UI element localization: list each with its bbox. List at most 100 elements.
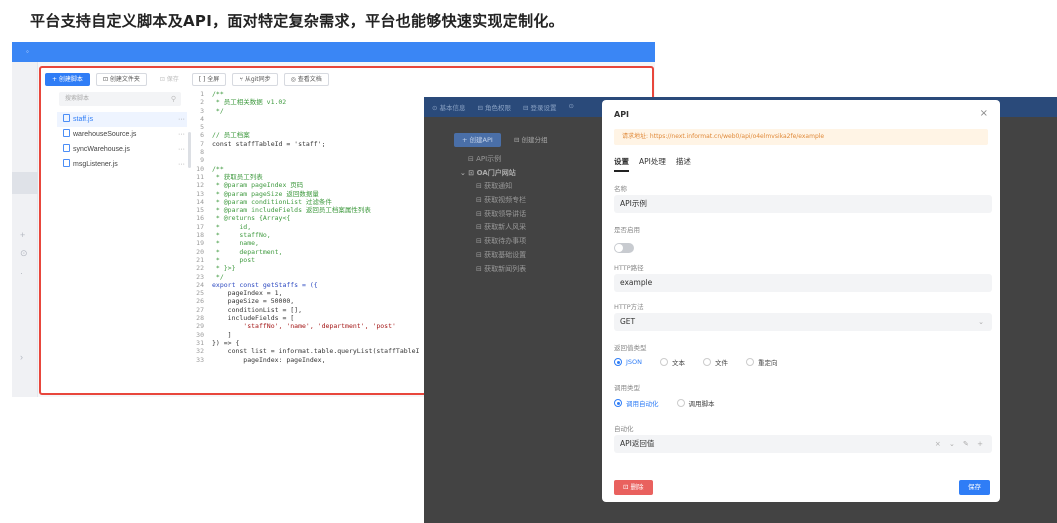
radio-dot [676, 399, 685, 407]
http-method-select[interactable]: GET ⌄ [614, 313, 992, 331]
file-panel-scrollbar[interactable] [188, 132, 191, 168]
http-path-input[interactable]: example [614, 274, 992, 292]
radio-option[interactable]: 调用脚本 [676, 398, 715, 408]
create-api-button[interactable]: + 创建API [454, 133, 501, 147]
api-tree-node[interactable]: ⊟ API示例 [460, 153, 526, 167]
line-number: 21 [196, 255, 204, 264]
modal-tabs: 设置 API处理 描述 [614, 156, 691, 172]
api-tree-node[interactable]: ⊟ 获取领导讲话 [460, 208, 526, 222]
code-text: includeFields = [ [212, 314, 295, 323]
api-tree-node[interactable]: ⊟ 获取新人风采 [460, 221, 526, 235]
file-item[interactable]: msgListener.js ··· [57, 157, 187, 172]
api-tree-node[interactable]: ⊟ 获取通知 [460, 180, 526, 194]
delete-button[interactable]: ⊡ 删除 [614, 480, 653, 495]
search-placeholder: 搜索脚本 [65, 95, 90, 102]
automation-label: 自动化 [614, 425, 634, 433]
api-bg-tab[interactable]: ⊙ [569, 102, 574, 112]
file-icon [63, 159, 70, 167]
line-number: 25 [196, 289, 204, 298]
search-icon: ⚲ [170, 95, 176, 103]
rail-plus-icon[interactable]: + [20, 230, 25, 240]
rail-collapse-icon[interactable]: › [20, 352, 23, 362]
api-modal: API × 请求地址: https://next.informat.cn/web… [602, 100, 1000, 502]
line-number: 16 [196, 214, 204, 223]
script-search-input[interactable]: 搜索脚本 ⚲ [59, 92, 181, 106]
code-text: * }>} [212, 264, 236, 273]
create-group-button[interactable]: ⊟ 创建分组 [506, 133, 556, 147]
line-number: 29 [196, 322, 204, 331]
code-text: * @param pageSize 返回数据量 [212, 189, 319, 198]
more-icon[interactable]: ··· [178, 157, 185, 172]
automation-actions[interactable]: × ⌄ ✎ + [935, 435, 986, 453]
code-text: * name, [212, 239, 259, 248]
line-number: 10 [196, 164, 204, 173]
automation-select[interactable]: API返回值 × ⌄ ✎ + [614, 435, 992, 453]
modal-tab[interactable]: API处理 [639, 156, 666, 172]
enabled-label: 是否启用 [614, 226, 640, 234]
modal-tab[interactable]: 描述 [676, 156, 691, 172]
code-text: // 员工档案 [212, 131, 250, 140]
code-text: * @param conditionList 过滤条件 [212, 197, 332, 206]
request-url-banner: 请求地址: https://next.informat.cn/web0/api/… [614, 129, 988, 145]
radio-dot [660, 358, 669, 366]
new-script-button[interactable]: + 创建脚本 [45, 72, 90, 86]
line-number: 18 [196, 231, 204, 240]
modal-tab[interactable]: 设置 [614, 156, 629, 172]
code-text: * 获取员工列表 [212, 172, 263, 181]
radio-option[interactable]: JSON [614, 357, 642, 367]
api-tree-node[interactable]: ⊟ 获取基础设置 [460, 249, 526, 263]
api-tree-node[interactable]: ⊟ 获取待办事项 [460, 235, 526, 249]
line-number: 4 [200, 114, 204, 123]
api-bg-tab[interactable]: ⊟ 角色权限 [478, 102, 512, 112]
file-icon [63, 144, 70, 152]
file-list: staff.js ··· warehouseSource.js ··· syncWare… [57, 112, 187, 172]
api-bg-tab[interactable]: ⊟ 登录设置 [523, 102, 557, 112]
line-number: 20 [196, 247, 204, 256]
save-api-button[interactable]: 保存 [959, 480, 990, 495]
line-number: 33 [196, 355, 204, 364]
more-icon[interactable]: ··· [178, 112, 185, 127]
more-icon[interactable]: ··· [178, 142, 185, 157]
code-text: * 员工相关数据 v1.02 [212, 98, 287, 107]
file-item[interactable]: staff.js ··· [57, 112, 187, 127]
line-number: 6 [200, 131, 204, 140]
file-item[interactable]: warehouseSource.js ··· [57, 127, 187, 142]
line-number: 8 [200, 148, 204, 157]
api-tree-node[interactable]: ⌄ ⊡ OA门户网站 [460, 167, 526, 181]
code-text: 'staffNo', 'name', 'department', 'post' [212, 322, 396, 331]
code-text: * department, [212, 247, 283, 256]
code-text: pageSize = 50000, [212, 297, 295, 306]
new-folder-button[interactable]: ⊡ 创建文件夹 [95, 72, 147, 86]
code-text: * staffNo, [212, 231, 271, 240]
modal-title: API [614, 110, 630, 119]
name-input[interactable]: API示例 [614, 195, 992, 213]
file-item[interactable]: syncWarehouse.js ··· [57, 142, 187, 157]
file-icon [63, 114, 70, 122]
rail-settings-icon[interactable]: ⊙ [20, 248, 28, 259]
radio-option[interactable]: 文本 [660, 357, 685, 367]
code-text: conditionList = [], [212, 305, 303, 314]
close-icon[interactable]: × [980, 108, 988, 119]
api-bg-tabs: ⊙ 基本信息 ⊟ 角色权限 ⊟ 登录设置 ⊙ [432, 102, 574, 112]
api-tree-node[interactable]: ⊟ 获取视频专栏 [460, 194, 526, 208]
api-bg-tab[interactable]: ⊙ 基本信息 [432, 102, 466, 112]
enabled-toggle[interactable] [614, 243, 634, 253]
line-number: 7 [200, 139, 204, 148]
save-button[interactable]: ⊡ 保存 [152, 72, 186, 86]
radio-option[interactable]: 文件 [703, 357, 728, 367]
api-tree-node[interactable]: ⊟ 获取新闻列表 [460, 263, 526, 277]
radio-option[interactable]: 调用自动化 [614, 398, 659, 408]
topbar-icon: ◦ [26, 47, 29, 56]
line-number: 3 [200, 106, 204, 115]
git-sync-button[interactable]: ⑂ 从git同步 [232, 72, 278, 86]
line-number: 13 [196, 189, 204, 198]
radio-dot [746, 358, 755, 366]
file-panel: 搜索脚本 ⚲ staff.js ··· warehouseSource.js ··· s… [57, 90, 187, 390]
line-number: 2 [200, 98, 204, 107]
radio-option[interactable]: 重定向 [746, 357, 778, 367]
line-number: 27 [196, 305, 204, 314]
more-icon[interactable]: ··· [178, 127, 185, 142]
fullscreen-button[interactable]: [ ] 全屏 [191, 72, 227, 86]
view-docs-button[interactable]: ◎ 查看文档 [283, 72, 329, 86]
code-text: * id, [212, 222, 252, 231]
